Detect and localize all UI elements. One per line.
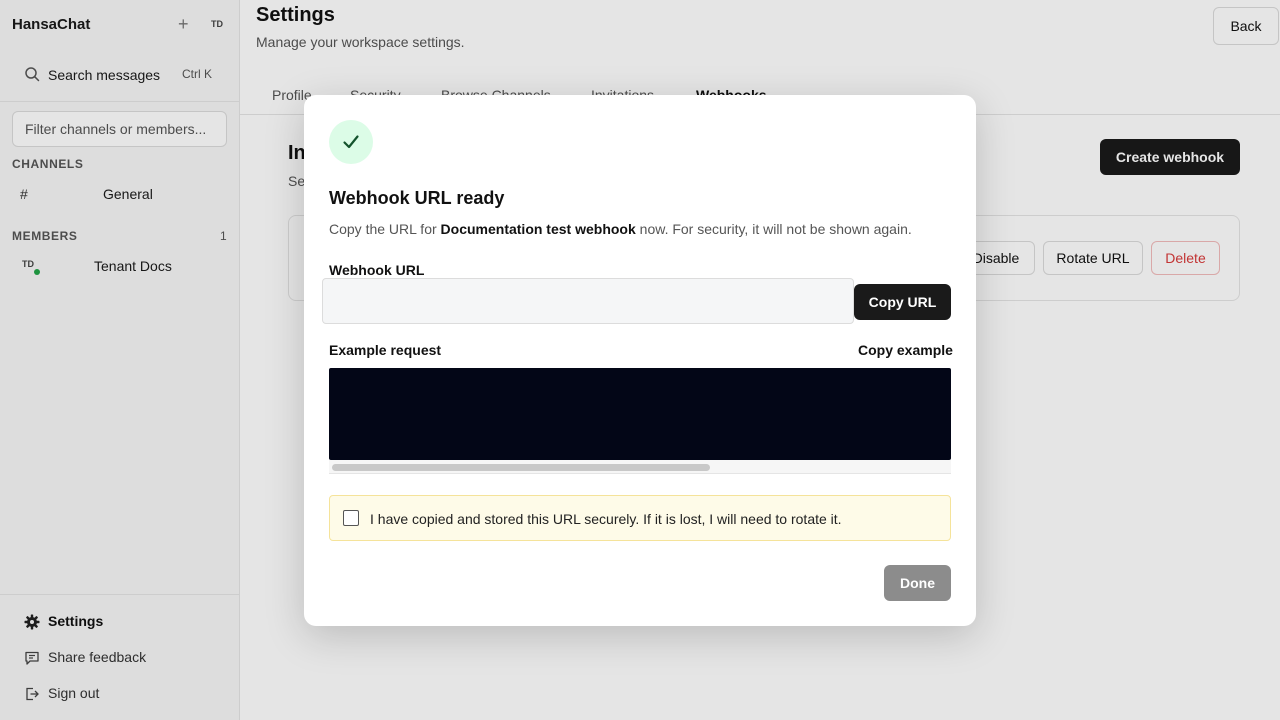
confirm-checkbox[interactable] (343, 510, 359, 526)
example-code-block (329, 368, 951, 460)
done-button[interactable]: Done (884, 565, 951, 601)
desc-prefix: Copy the URL for (329, 221, 441, 237)
webhook-url-field[interactable] (322, 278, 854, 324)
dialog-description: Copy the URL for Documentation test webh… (329, 221, 912, 237)
copy-example-button[interactable]: Copy example (858, 342, 953, 358)
copy-url-button[interactable]: Copy URL (854, 284, 951, 320)
webhook-url-dialog: Webhook URL ready Copy the URL for Docum… (304, 95, 976, 626)
check-icon (343, 135, 359, 149)
confirm-stored-notice: I have copied and stored this URL secure… (329, 495, 951, 541)
desc-suffix: now. For security, it will not be shown … (635, 221, 912, 237)
webhook-name: Documentation test webhook (440, 221, 636, 237)
success-badge (329, 120, 373, 164)
webhook-url-label: Webhook URL (329, 262, 425, 278)
scrollbar-thumb[interactable] (332, 464, 710, 471)
example-request-label: Example request (329, 342, 442, 358)
confirm-text[interactable]: I have copied and stored this URL secure… (370, 511, 842, 527)
dialog-title: Webhook URL ready (329, 188, 505, 208)
code-scrollbar[interactable] (329, 460, 951, 474)
